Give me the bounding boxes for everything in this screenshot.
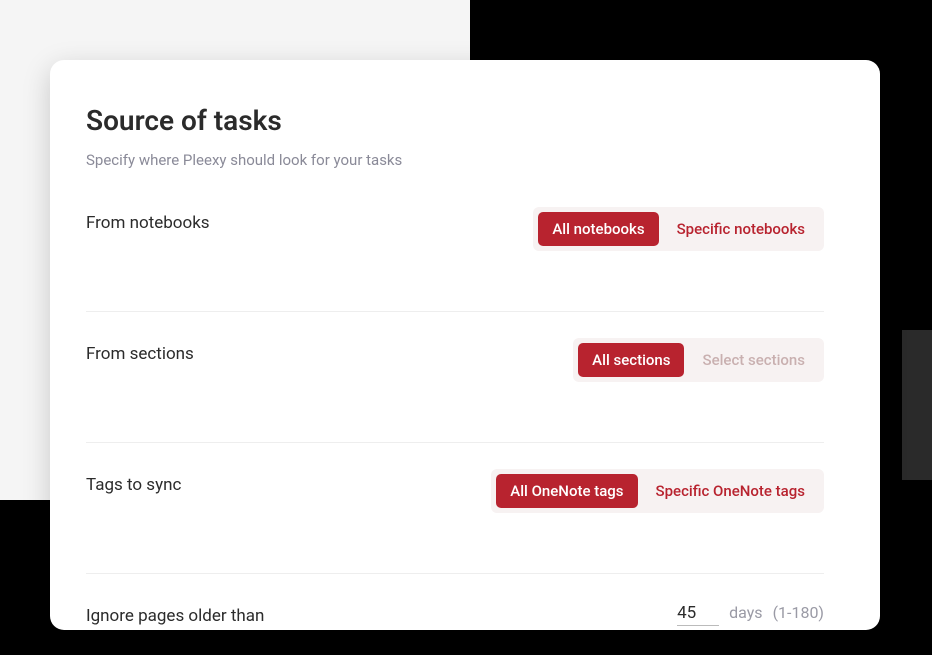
row-from-notebooks: From notebooks All notebooks Specific no… <box>86 207 824 312</box>
toggle-all-sections[interactable]: All sections <box>578 343 684 377</box>
toggle-all-tags[interactable]: All OneNote tags <box>496 474 637 508</box>
page-subtitle: Specify where Pleexy should look for you… <box>86 151 824 169</box>
row-ignore-pages: Ignore pages older than days (1-180) <box>86 600 824 626</box>
label-ignore-pages: Ignore pages older than <box>86 600 264 626</box>
label-tags-to-sync: Tags to sync <box>86 469 181 495</box>
toggle-sections: All sections Select sections <box>573 338 824 382</box>
days-range: (1-180) <box>773 603 824 622</box>
toggle-specific-notebooks[interactable]: Specific notebooks <box>663 212 819 246</box>
toggle-all-notebooks[interactable]: All notebooks <box>538 212 658 246</box>
days-input[interactable] <box>677 601 719 626</box>
page-title: Source of tasks <box>86 104 824 137</box>
background-panel-dark <box>902 330 932 480</box>
toggle-notebooks: All notebooks Specific notebooks <box>533 207 824 251</box>
row-tags-to-sync: Tags to sync All OneNote tags Specific O… <box>86 469 824 574</box>
toggle-specific-tags[interactable]: Specific OneNote tags <box>642 474 819 508</box>
label-from-notebooks: From notebooks <box>86 207 210 233</box>
row-from-sections: From sections All sections Select sectio… <box>86 338 824 443</box>
toggle-tags: All OneNote tags Specific OneNote tags <box>491 469 824 513</box>
days-unit: days <box>729 603 762 622</box>
days-control: days (1-180) <box>677 601 824 626</box>
toggle-select-sections[interactable]: Select sections <box>688 343 819 377</box>
settings-card: Source of tasks Specify where Pleexy sho… <box>50 60 880 630</box>
label-from-sections: From sections <box>86 338 194 364</box>
